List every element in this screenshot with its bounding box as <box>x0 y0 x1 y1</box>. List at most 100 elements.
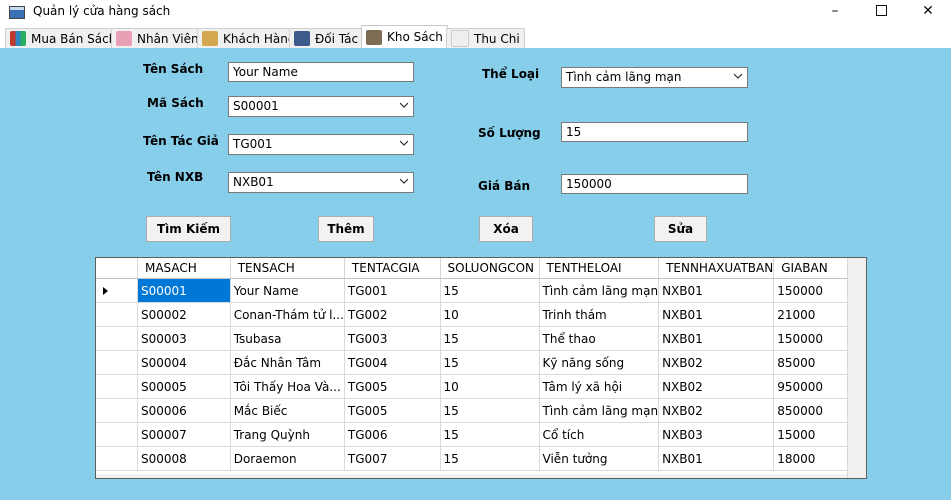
table-cell[interactable]: TG007 <box>344 446 441 471</box>
books-table: MASACH TENSACH TENTACGIA SOLUONGCON TENT… <box>96 258 866 471</box>
table-cell[interactable]: NXB01 <box>658 326 775 351</box>
table-cell[interactable]: NXB03 <box>658 422 775 447</box>
ten-tac-gia-label: Tên Tác Giả <box>143 134 219 148</box>
add-button[interactable]: Thêm <box>318 216 374 242</box>
table-cell[interactable]: Mắc Biếc <box>230 398 345 423</box>
so-luong-label: Số Lượng <box>478 126 541 140</box>
table-row[interactable]: S00004 Đắc Nhân Tâm TG004 15 Kỹ năng sốn… <box>96 350 866 375</box>
tab-khach-hang[interactable]: Khách Hàng <box>197 28 301 48</box>
chevron-down-icon <box>400 178 408 184</box>
table-cell[interactable]: Trinh thám <box>539 302 660 327</box>
table-cell[interactable]: S00008 <box>137 446 231 471</box>
column-header[interactable]: TENNHAXUATBAN <box>658 258 775 279</box>
table-cell[interactable]: Kỹ năng sống <box>539 350 660 375</box>
table-cell[interactable]: TG005 <box>344 374 441 399</box>
table-row[interactable]: S00002 Conan-Thám tử l... TG002 10 Trinh… <box>96 302 866 327</box>
row-header[interactable] <box>96 326 138 351</box>
table-cell[interactable]: Tình cảm lãng mạn <box>539 398 660 423</box>
table-cell[interactable]: Tsubasa <box>230 326 345 351</box>
table-cell[interactable]: 15 <box>440 422 540 447</box>
row-header[interactable] <box>96 422 138 447</box>
table-cell[interactable]: 10 <box>440 302 540 327</box>
table-cell[interactable]: Doraemon <box>230 446 345 471</box>
table-cell[interactable]: TG004 <box>344 350 441 375</box>
the-loai-combo[interactable]: Tình cảm lãng mạn <box>561 67 748 88</box>
tab-thu-chi[interactable]: Thu Chi <box>446 28 525 48</box>
column-header[interactable]: MASACH <box>137 258 231 279</box>
row-header[interactable] <box>96 302 138 327</box>
table-cell[interactable]: 15 <box>440 350 540 375</box>
so-luong-input[interactable]: 15 <box>561 122 748 142</box>
table-cell[interactable]: S00004 <box>137 350 231 375</box>
table-cell[interactable]: NXB02 <box>658 374 775 399</box>
row-header[interactable] <box>96 350 138 375</box>
minimize-button[interactable]: – <box>812 0 858 24</box>
ten-sach-input[interactable]: Your Name <box>228 62 414 82</box>
table-cell[interactable]: S00005 <box>137 374 231 399</box>
table-row[interactable]: S00001 Your Name TG001 15 Tình cảm lãng … <box>96 278 866 303</box>
tab-nhan-vien[interactable]: Nhân Viên <box>111 28 204 48</box>
table-cell[interactable]: Tình cảm lãng mạn <box>539 278 660 303</box>
table-cell[interactable]: Your Name <box>230 278 345 303</box>
row-header-corner <box>96 258 138 279</box>
window-title: Quản lý cửa hàng sách <box>33 4 171 18</box>
row-header[interactable] <box>96 398 138 423</box>
table-cell[interactable]: S00007 <box>137 422 231 447</box>
table-cell[interactable]: S00002 <box>137 302 231 327</box>
edit-button[interactable]: Sửa <box>654 216 707 242</box>
table-row[interactable]: S00008 Doraemon TG007 15 Viễn tưởng NXB0… <box>96 446 866 471</box>
tab-kho-sach[interactable]: Kho Sách <box>361 25 448 48</box>
table-cell[interactable]: TG002 <box>344 302 441 327</box>
table-cell[interactable]: S00001 <box>137 278 231 303</box>
row-header[interactable] <box>96 278 138 303</box>
close-button[interactable]: ✕ <box>905 0 951 24</box>
table-cell[interactable]: Đắc Nhân Tâm <box>230 350 345 375</box>
table-cell[interactable]: Thể thao <box>539 326 660 351</box>
maximize-button[interactable] <box>858 0 904 24</box>
table-row[interactable]: S00006 Mắc Biếc TG005 15 Tình cảm lãng m… <box>96 398 866 423</box>
table-cell[interactable]: NXB02 <box>658 350 775 375</box>
table-cell[interactable]: S00003 <box>137 326 231 351</box>
table-row[interactable]: S00007 Trang Quỳnh TG006 15 Cổ tích NXB0… <box>96 422 866 447</box>
column-header[interactable]: SOLUONGCON <box>440 258 540 279</box>
table-cell[interactable]: 15 <box>440 446 540 471</box>
ten-nxb-combo[interactable]: NXB01 <box>228 172 414 193</box>
delete-button[interactable]: Xóa <box>479 216 533 242</box>
ten-tac-gia-combo[interactable]: TG001 <box>228 134 414 155</box>
search-button[interactable]: Tìm Kiếm <box>146 216 231 242</box>
chevron-down-icon <box>734 73 742 79</box>
table-cell[interactable]: NXB02 <box>658 398 775 423</box>
table-cell[interactable]: Trang Quỳnh <box>230 422 345 447</box>
table-cell[interactable]: Conan-Thám tử l... <box>230 302 345 327</box>
column-header[interactable]: TENTACGIA <box>344 258 441 279</box>
table-cell[interactable]: TG005 <box>344 398 441 423</box>
table-cell[interactable]: Viễn tưởng <box>539 446 660 471</box>
row-header[interactable] <box>96 446 138 471</box>
gia-ban-input[interactable]: 150000 <box>561 174 748 194</box>
tab-doi-tac[interactable]: Đối Tác <box>289 28 364 48</box>
table-cell[interactable]: NXB01 <box>658 446 775 471</box>
tab-mua-ban-sach[interactable]: Mua Bán Sách <box>5 28 122 48</box>
table-cell[interactable]: 15 <box>440 398 540 423</box>
table-row[interactable]: S00003 Tsubasa TG003 15 Thể thao NXB01 1… <box>96 326 866 351</box>
table-cell[interactable]: TG003 <box>344 326 441 351</box>
books-data-grid[interactable]: MASACH TENSACH TENTACGIA SOLUONGCON TENT… <box>95 257 867 479</box>
table-row[interactable]: S00005 Tôi Thấy Hoa Và... TG005 10 Tâm l… <box>96 374 866 399</box>
ma-sach-combo[interactable]: S00001 <box>228 96 414 117</box>
table-cell[interactable]: TG006 <box>344 422 441 447</box>
column-header[interactable]: TENSACH <box>230 258 345 279</box>
horizontal-scrollbar[interactable] <box>96 474 847 478</box>
table-cell[interactable]: NXB01 <box>658 302 775 327</box>
table-cell[interactable]: NXB01 <box>658 278 775 303</box>
table-cell[interactable]: 15 <box>440 326 540 351</box>
table-cell[interactable]: S00006 <box>137 398 231 423</box>
table-cell[interactable]: Cổ tích <box>539 422 660 447</box>
column-header[interactable]: TENTHELOAI <box>539 258 660 279</box>
row-header[interactable] <box>96 374 138 399</box>
table-cell[interactable]: TG001 <box>344 278 441 303</box>
vertical-scrollbar[interactable] <box>847 258 866 478</box>
table-cell[interactable]: 15 <box>440 278 540 303</box>
table-cell[interactable]: 10 <box>440 374 540 399</box>
table-cell[interactable]: Tâm lý xã hội <box>539 374 660 399</box>
table-cell[interactable]: Tôi Thấy Hoa Và... <box>230 374 345 399</box>
